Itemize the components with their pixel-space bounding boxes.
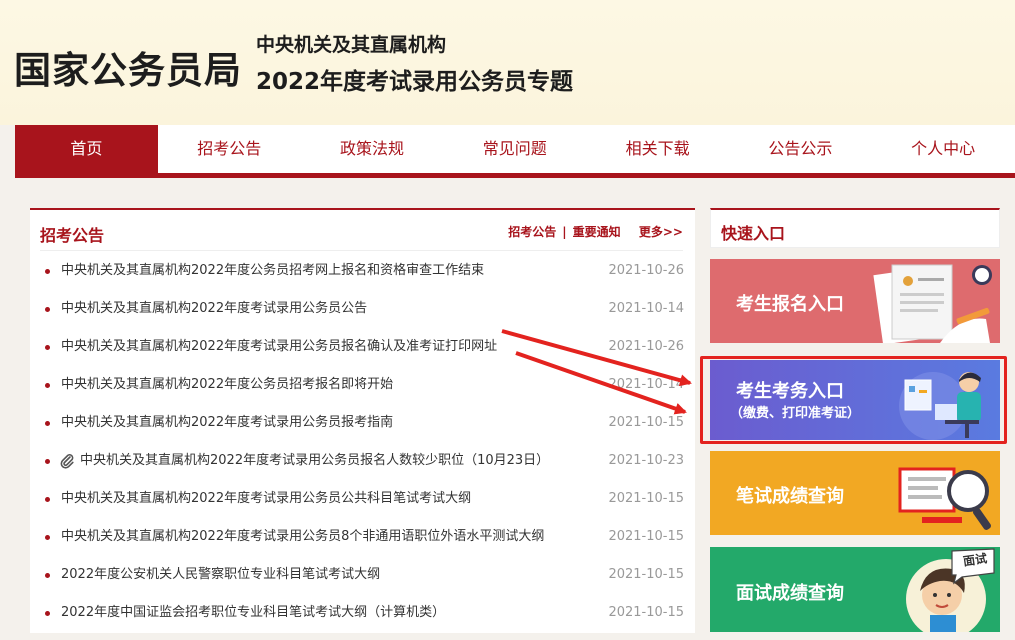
notice-title[interactable]: 2022年度公安机关人民警察职位专业科目笔试考试大纲 [61,556,380,594]
notice-title[interactable]: 中央机关及其直属机构2022年度考试录用公务员报考指南 [61,404,393,442]
notice-list: 中央机关及其直属机构2022年度公务员招考网上报名和资格审查工作结束 2021-… [30,252,695,632]
notice-title[interactable]: 中央机关及其直属机构2022年度考试录用公务员8个非通用语职位外语水平测试大纲 [61,518,544,556]
notice-date: 2021-10-15 [608,491,684,506]
link-announcements[interactable]: 招考公告 [508,225,556,239]
nav-item-policies[interactable]: 政策法规 [301,125,444,173]
header-title: 2022年度考试录用公务员专题 [256,69,574,95]
divider [40,250,683,251]
notice-title[interactable]: 中央机关及其直属机构2022年度公务员招考报名即将开始 [61,366,393,404]
notice-title[interactable]: 中央机关及其直属机构2022年度考试录用公务员报名确认及准考证打印网址 [61,328,497,366]
notice-date: 2021-10-23 [608,453,684,468]
site-header: 国家公务员局 中央机关及其直属机构 2022年度考试录用公务员专题 [0,0,1015,125]
notice-date: 2021-10-26 [608,263,684,278]
list-item: 2022年度公安机关人民警察职位专业科目笔试考试大纲 2021-10-15 [30,556,695,594]
magnifier-document-icon [898,467,991,530]
bullet-icon [45,535,50,540]
nav-item-announcements[interactable]: 招考公告 [158,125,301,173]
notices-panel-title: 招考公告 [40,226,105,245]
application-form-icon [873,264,992,343]
quick-entry-header: 快速入口 [710,208,1000,248]
notice-date: 2021-10-15 [608,529,684,544]
registration-entry-label: 考生报名入口 [736,294,844,315]
list-item: 中央机关及其直属机构2022年度考试录用公务员报名确认及准考证打印网址 2021… [30,328,695,366]
bullet-icon [45,383,50,388]
list-item: 中央机关及其直属机构2022年度公务员招考报名即将开始 2021-10-14 [30,366,695,404]
notice-title[interactable]: 2022年度中国证监会招考职位专业科目笔试考试大纲（计算机类） [61,594,445,632]
notice-date: 2021-10-15 [608,415,684,430]
notice-title[interactable]: 中央机关及其直属机构2022年度考试录用公务员报名人数较少职位（10月23日） [80,442,549,480]
list-item: 2022年度中国证监会招考职位专业科目笔试考试大纲（计算机类） 2021-10-… [30,594,695,632]
notice-title[interactable]: 中央机关及其直属机构2022年度公务员招考网上报名和资格审查工作结束 [61,252,484,290]
nav-item-downloads[interactable]: 相关下载 [586,125,729,173]
links-separator: | [562,225,567,239]
bullet-icon [45,459,50,464]
more-link[interactable]: 更多>> [639,225,683,239]
nav-item-faq[interactable]: 常见问题 [443,125,586,173]
written-score-query-label: 笔试成绩查询 [736,486,844,507]
bullet-icon [45,611,50,616]
main-nav: 首页 招考公告 政策法规 常见问题 相关下载 公告公示 个人中心 [15,125,1015,173]
nav-underline [15,173,1015,178]
list-item: 中央机关及其直属机构2022年度考试录用公务员报名人数较少职位（10月23日） … [30,442,695,480]
notice-date: 2021-10-15 [608,605,684,620]
bullet-icon [45,307,50,312]
interview-score-query-button[interactable]: 面试成绩查询 面试 [710,547,1000,632]
link-important-notices[interactable]: 重要通知 [573,225,621,239]
notice-date: 2021-10-14 [608,301,684,316]
header-subtitle: 中央机关及其直属机构 [256,34,447,56]
bullet-icon [45,573,50,578]
bullet-icon [45,421,50,426]
written-score-query-button[interactable]: 笔试成绩查询 [710,451,1000,535]
exam-affairs-entry-sublabel: （缴费、打印准考证） [730,406,861,421]
list-item: 中央机关及其直属机构2022年度考试录用公务员公告 2021-10-14 [30,290,695,328]
notice-title[interactable]: 中央机关及其直属机构2022年度考试录用公务员公告 [61,290,367,328]
notice-date: 2021-10-15 [608,567,684,582]
attachment-icon [60,454,74,469]
notice-date: 2021-10-14 [608,377,684,392]
nav-item-home[interactable]: 首页 [15,125,158,173]
bullet-icon [45,497,50,502]
list-item: 中央机关及其直属机构2022年度公务员招考网上报名和资格审查工作结束 2021-… [30,252,695,290]
interview-score-query-label: 面试成绩查询 [736,583,844,604]
bullet-icon [45,269,50,274]
exam-affairs-entry-button[interactable]: 考生考务入口 （缴费、打印准考证） [710,360,1000,440]
bullet-icon [45,345,50,350]
interview-bubble-text: 面试 [962,551,988,569]
nav-item-personal-center[interactable]: 个人中心 [872,125,1015,173]
registration-entry-button[interactable]: 考生报名入口 [710,259,1000,343]
notices-panel-links: 招考公告 | 重要通知 更多>> [508,223,683,240]
nav-item-notices[interactable]: 公告公示 [729,125,872,173]
exam-affairs-entry-label: 考生考务入口 [736,381,844,402]
quick-entry-title: 快速入口 [721,224,786,243]
list-item: 中央机关及其直属机构2022年度考试录用公务员报考指南 2021-10-15 [30,404,695,442]
notice-date: 2021-10-26 [608,339,684,354]
notice-title[interactable]: 中央机关及其直属机构2022年度考试录用公务员公共科目笔试考试大纲 [61,480,471,518]
list-item: 中央机关及其直属机构2022年度考试录用公务员公共科目笔试考试大纲 2021-1… [30,480,695,518]
site-logo-text[interactable]: 国家公务员局 [14,40,242,94]
notices-panel: 招考公告 招考公告 | 重要通知 更多>> 中央机关及其直属机构2022年度公务员招… [30,208,695,633]
list-item: 中央机关及其直属机构2022年度考试录用公务员8个非通用语职位外语水平测试大纲 … [30,518,695,556]
computer-user-icon [899,372,981,440]
